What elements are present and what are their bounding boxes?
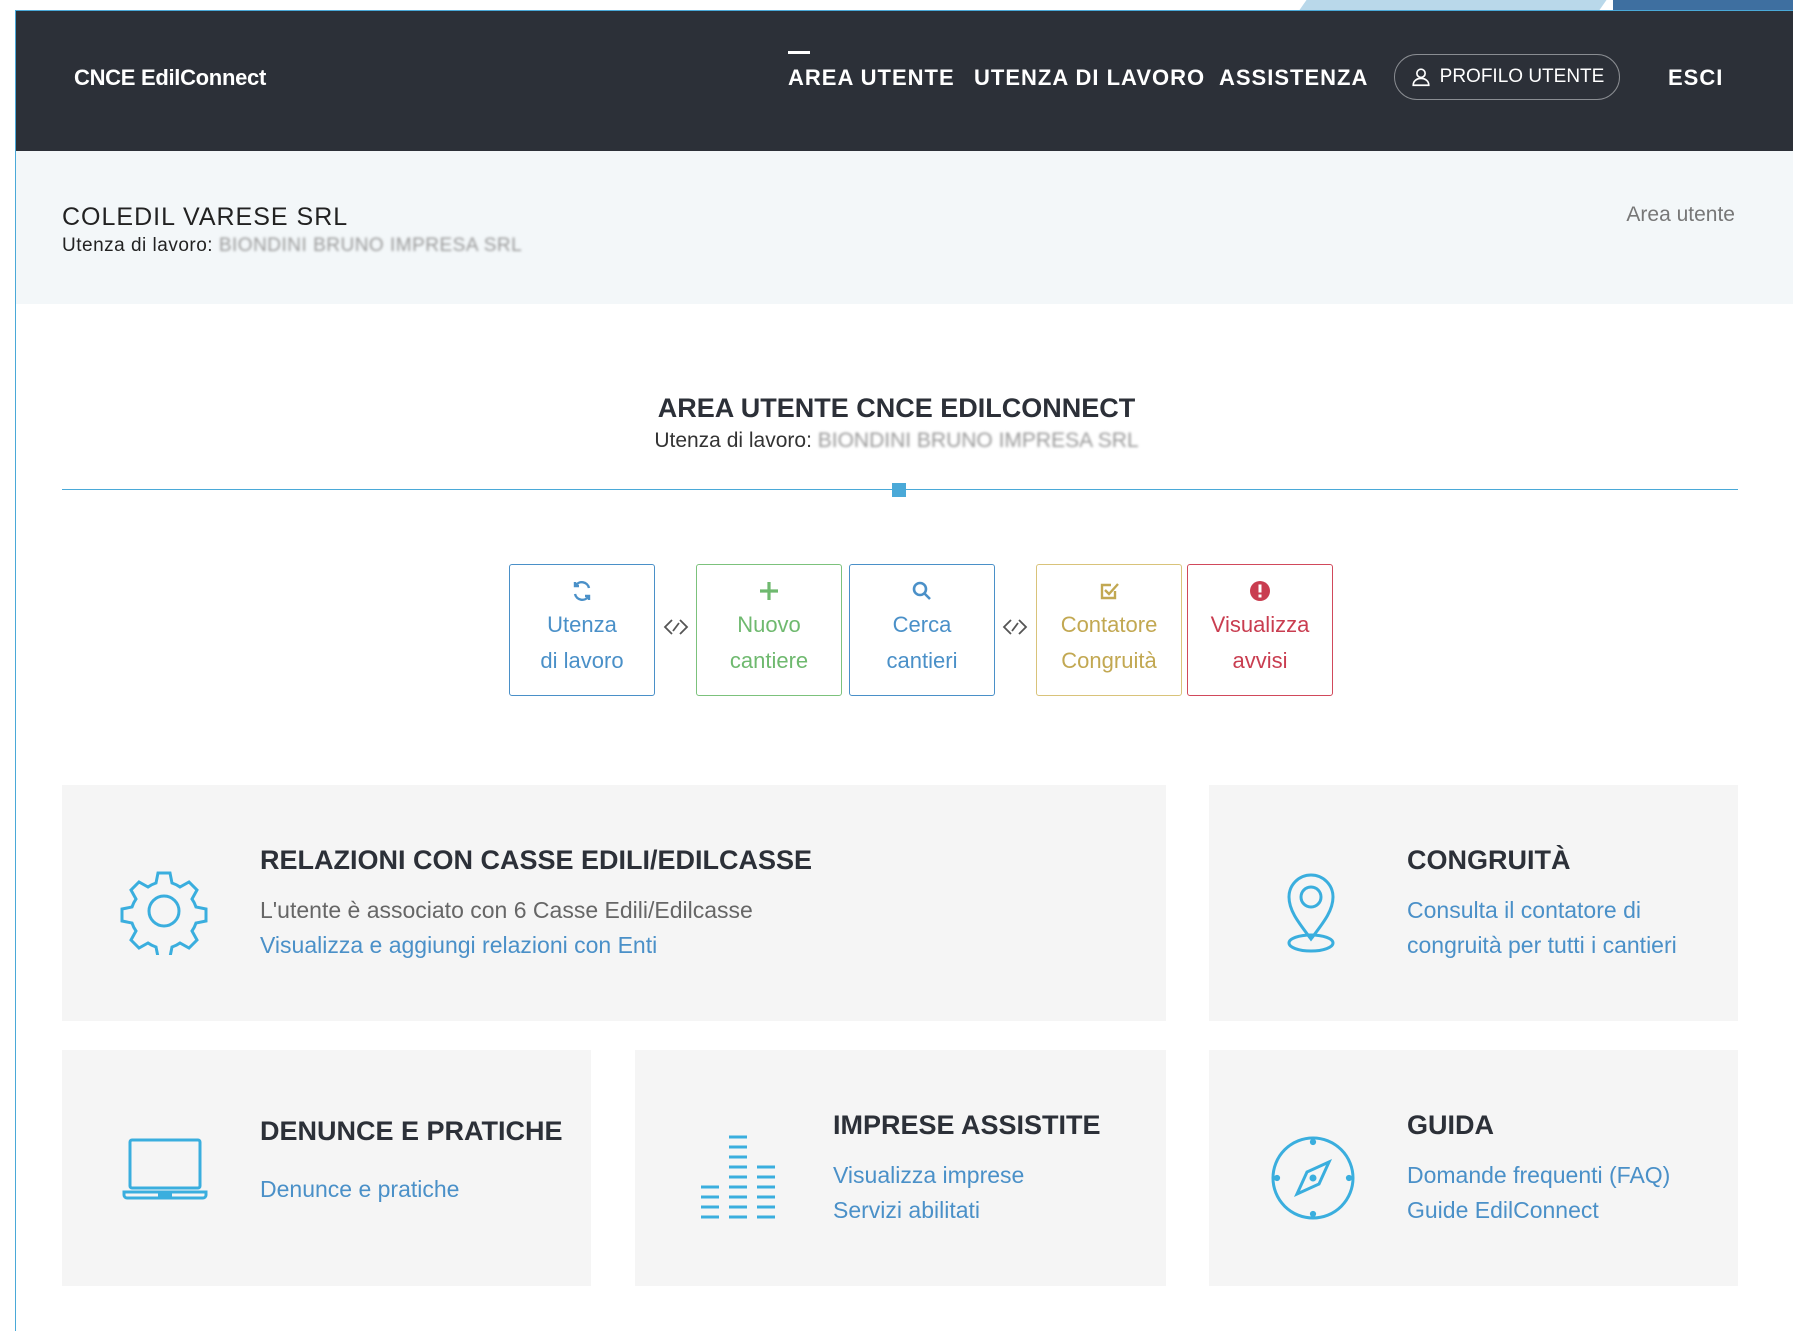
page-title: AREA UTENTE CNCE EDILCONNECT [657, 393, 1136, 423]
gear-icon [120, 871, 208, 955]
top-navbar: CNCE EdilConnect AREA UTENTE UTENZA DI L… [16, 11, 1793, 151]
quick-label-line1: Contatore [1060, 612, 1158, 637]
check-square-icon [1100, 583, 1119, 600]
card-link-relazioni[interactable]: Visualizza e aggiungi relazioni con Enti [260, 932, 657, 959]
card-link-guide[interactable]: Guide EdilConnect [1407, 1197, 1599, 1224]
visualizza-avvisi-button[interactable]: Visualizza avvisi [1187, 564, 1333, 696]
section-utenza-value: BIONDINI BRUNO IMPRESA SRL [817, 429, 1139, 452]
page-subtitle: Utenza di lavoro: BIONDINI BRUNO IMPRESA… [0, 429, 1793, 453]
quick-label-line2: di lavoro [540, 648, 624, 673]
utenza-value: BIONDINI BRUNO IMPRESA SRL [218, 235, 523, 256]
laptop-icon [122, 1138, 208, 1200]
card-title: DENUNCE E PRATICHE [260, 1116, 563, 1146]
card-guida[interactable]: GUIDA Domande frequenti (FAQ) Guide Edil… [1209, 1050, 1738, 1286]
quick-label-line1: Utenza [547, 612, 617, 637]
contatore-congruita-button[interactable]: Contatore Congruità [1036, 564, 1182, 696]
card-link-denunce[interactable]: Denunce e pratiche [260, 1176, 459, 1203]
card-text: L'utente è associato con 6 Casse Edili/E… [260, 897, 753, 923]
nav-utenza-di-lavoro[interactable]: UTENZA DI LAVORO [974, 65, 1205, 91]
nav-area-utente[interactable]: AREA UTENTE [788, 65, 955, 91]
quick-label-line2: Congruità [1061, 648, 1157, 673]
breadcrumb[interactable]: Area utente [1626, 203, 1735, 227]
section-utenza-label: Utenza di lavoro: [654, 429, 818, 452]
card-link-congruita-line2[interactable]: congruità per tutti i cantieri [1407, 932, 1677, 959]
card-link-servizi-abilitati[interactable]: Servizi abilitati [833, 1197, 980, 1224]
card-link-congruita-line1[interactable]: Consulta il contatore di [1407, 897, 1641, 924]
nav-assistenza[interactable]: ASSISTENZA [1219, 65, 1368, 91]
card-link-visualizza-imprese[interactable]: Visualizza imprese [833, 1162, 1024, 1189]
utenza-label: Utenza di lavoro: [62, 235, 219, 256]
alert-icon [1250, 581, 1270, 601]
link-icon [1002, 619, 1028, 635]
utenza-info: Utenza di lavoro: BIONDINI BRUNO IMPRESA… [62, 235, 522, 257]
bar-levels-icon [701, 1135, 775, 1219]
company-name: COLEDIL VARESE SRL [62, 203, 349, 231]
card-relazioni-casse[interactable]: RELAZIONI CON CASSE EDILI/EDILCASSE L'ut… [62, 785, 1166, 1021]
cerca-cantieri-button[interactable]: Cerca cantieri [849, 564, 995, 696]
card-title: RELAZIONI CON CASSE EDILI/EDILCASSE [260, 845, 813, 875]
divider-marker [892, 483, 906, 497]
account-header: COLEDIL VARESE SRL Utenza di lavoro: BIO… [16, 151, 1793, 304]
nuovo-cantiere-button[interactable]: Nuovo cantiere [696, 564, 842, 696]
profile-button[interactable]: PROFILO UTENTE [1394, 54, 1620, 100]
quick-label-line1: Cerca [892, 612, 952, 637]
refresh-icon [573, 581, 591, 601]
card-denunce-pratiche[interactable]: DENUNCE E PRATICHE Denunce e pratiche [62, 1050, 591, 1286]
utenza-di-lavoro-button[interactable]: Utenza di lavoro [509, 564, 655, 696]
window-corner-decoration [1283, 0, 1793, 10]
card-congruita[interactable]: CONGRUITÀ Consulta il contatore di congr… [1209, 785, 1738, 1021]
plus-icon [760, 582, 778, 600]
window-left-frame [0, 0, 15, 1331]
quick-label-line1: Nuovo [737, 612, 801, 637]
card-title: CONGRUITÀ [1407, 845, 1571, 875]
compass-icon [1271, 1136, 1355, 1220]
card-title: IMPRESE ASSISTITE [833, 1110, 1101, 1140]
logout-link[interactable]: ESCI [1668, 65, 1723, 91]
link-icon [663, 619, 689, 635]
card-title: GUIDA [1407, 1110, 1494, 1140]
brand-logo[interactable]: CNCE EdilConnect [74, 65, 266, 91]
card-imprese-assistite[interactable]: IMPRESE ASSISTITE Visualizza imprese Ser… [635, 1050, 1166, 1286]
quick-label-line2: cantiere [729, 648, 809, 673]
card-link-faq[interactable]: Domande frequenti (FAQ) [1407, 1162, 1670, 1189]
map-pin-icon [1287, 873, 1335, 953]
quick-label-line2: avvisi [1232, 648, 1288, 673]
quick-label-line2: cantieri [886, 648, 958, 673]
profile-button-label: PROFILO UTENTE [1439, 66, 1605, 87]
user-icon [1412, 68, 1430, 87]
quick-label-line1: Visualizza [1210, 612, 1310, 637]
nav-active-indicator [788, 51, 810, 54]
search-icon [912, 581, 931, 600]
